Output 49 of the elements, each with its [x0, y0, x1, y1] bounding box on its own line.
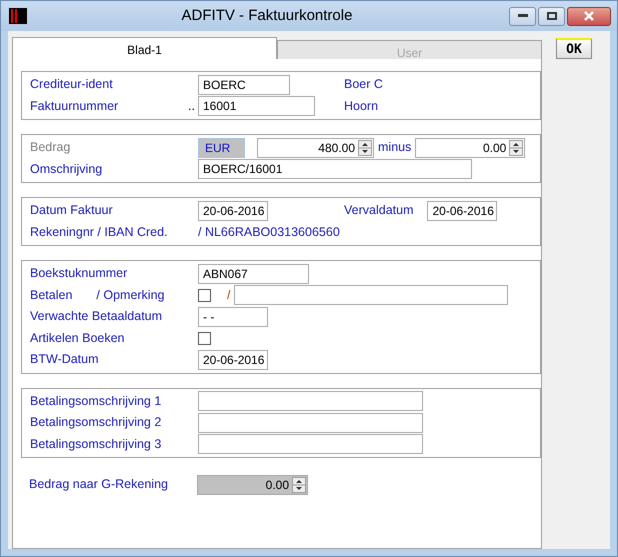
input-field[interactable]: 20-06-2016: [198, 350, 268, 370]
info-text: / NL66RABO0313606560: [198, 224, 340, 241]
info-text: Boer C: [344, 76, 383, 94]
info-text: Vervaldatum: [344, 202, 414, 220]
app-icon: [9, 8, 27, 24]
info-text: minus: [378, 139, 412, 156]
field-label: Rekeningnr / IBAN Cred.: [30, 224, 168, 241]
field-label: Betalingsomschrijving 1: [30, 392, 162, 410]
input-field[interactable]: [198, 412, 423, 433]
minimize-icon: [518, 14, 528, 18]
maximize-icon: [546, 12, 556, 20]
tab[interactable]: Blad-1: [12, 37, 277, 59]
field-label: Artikelen Boeken: [30, 330, 125, 347]
field-label: Betalingsomschrijving 2: [30, 414, 162, 432]
input-field[interactable]: [234, 285, 508, 306]
input-field[interactable]: [198, 434, 423, 454]
field-label: Crediteur-ident: [30, 76, 113, 94]
input-field[interactable]: 16001: [198, 96, 315, 116]
close-icon: [583, 11, 595, 21]
field-label: Bedrag: [30, 139, 70, 156]
field-label: / Opmerking: [96, 286, 164, 304]
separator-text: /: [227, 286, 230, 304]
info-text: Hoorn: [344, 98, 378, 115]
close-button[interactable]: [567, 6, 611, 26]
field-label: Boekstuknummer: [30, 265, 128, 282]
spin-field[interactable]: 0.00: [197, 474, 308, 495]
input-field[interactable]: 20-06-2016: [198, 200, 268, 221]
checkbox[interactable]: [198, 288, 211, 302]
field-label: Betalen: [30, 286, 72, 304]
field-label: BTW-Datum: [30, 351, 99, 368]
minimize-button[interactable]: [509, 6, 536, 26]
field-label: Omschrijving: [30, 160, 102, 178]
field-label: Bedrag naar G-Rekening: [29, 476, 168, 494]
maximize-button[interactable]: [538, 6, 565, 26]
ok-button[interactable]: OK: [556, 38, 592, 59]
input-field[interactable]: 20-06-2016: [427, 200, 498, 221]
field-label: Verwachte Betaaldatum: [30, 308, 162, 326]
field-label: Betalingsomschrijving 3: [30, 436, 162, 453]
checkbox[interactable]: [198, 332, 211, 345]
input-field[interactable]: BOERC/16001: [198, 159, 472, 180]
spin-arrows-icon[interactable]: [292, 476, 306, 493]
input-field[interactable]: [198, 391, 423, 412]
input-field[interactable]: - -: [198, 306, 268, 327]
input-field[interactable]: BOERC: [198, 74, 290, 95]
field-label: Datum Faktuur: [30, 202, 113, 220]
input-field[interactable]: ABN067: [198, 264, 309, 284]
field-label: Faktuurnummer: [30, 98, 118, 115]
prefix-text: ..: [188, 98, 196, 115]
window-title: ADFITV - Faktuurkontrole: [180, 6, 354, 26]
